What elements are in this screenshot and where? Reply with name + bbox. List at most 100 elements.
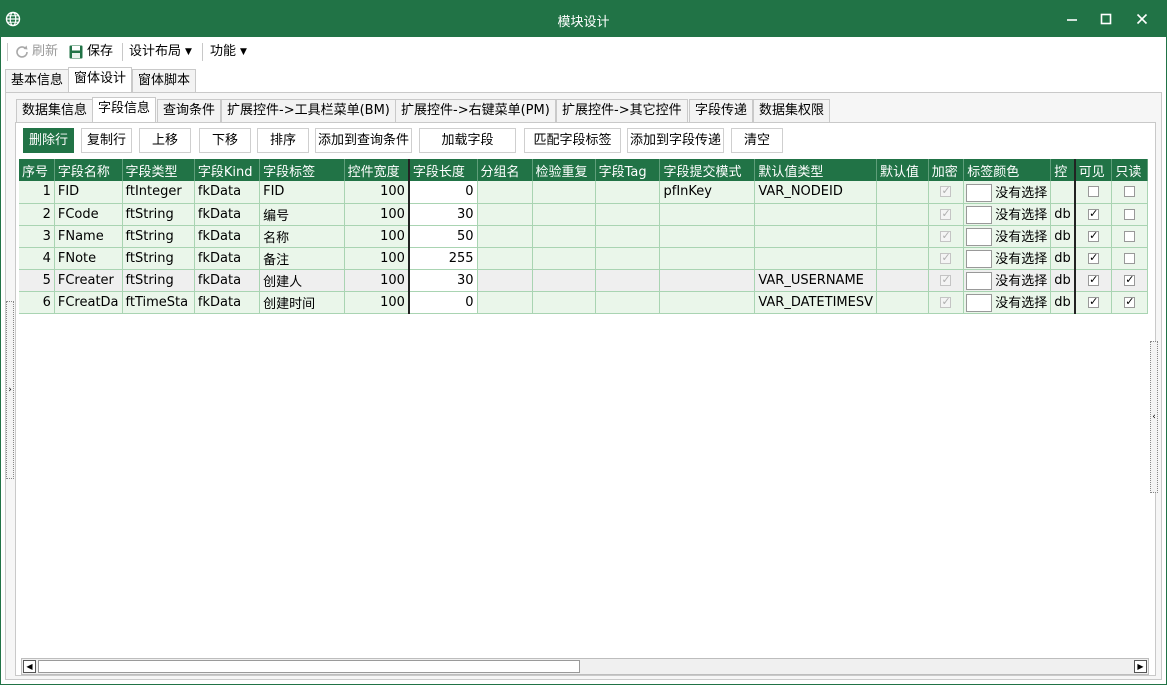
column-header[interactable]: 分组名 [477, 159, 533, 181]
refresh-button[interactable]: 刷新 [14, 42, 58, 62]
table-cell-visible[interactable] [1074, 181, 1113, 204]
load-fields-button[interactable]: 加载字段 [419, 128, 516, 153]
table-cell-length[interactable]: 50 [408, 225, 478, 248]
table-cell-check-dup[interactable] [532, 269, 596, 292]
table-cell-tag[interactable] [595, 225, 661, 248]
table-cell-name[interactable]: FName [54, 225, 123, 248]
table-cell-visible[interactable] [1074, 269, 1113, 292]
column-header[interactable]: 字段Tag [595, 159, 661, 181]
table-cell-readonly[interactable] [1111, 291, 1148, 314]
table-cell-default[interactable] [876, 181, 929, 204]
scroll-right-icon[interactable]: ▶ [1134, 660, 1147, 673]
delete-row-button[interactable]: 删除行 [23, 128, 74, 153]
table-cell-submit-mode[interactable] [659, 269, 756, 292]
table-cell-ctrl[interactable] [1050, 181, 1076, 204]
table-cell-submit-mode[interactable] [659, 247, 756, 270]
scroll-left-icon[interactable]: ◀ [23, 660, 36, 673]
table-cell-group[interactable] [477, 247, 533, 270]
table-cell-length[interactable]: 30 [408, 269, 478, 292]
table-cell-submit-mode[interactable] [659, 225, 756, 248]
close-button[interactable] [1127, 7, 1157, 31]
table-cell-kind[interactable]: fkData [194, 247, 261, 270]
table-cell-default-type[interactable] [754, 203, 877, 226]
visible-checkbox[interactable] [1088, 273, 1100, 286]
table-cell-tag[interactable] [595, 181, 661, 204]
column-header[interactable]: 字段类型 [122, 159, 195, 181]
column-header[interactable]: 标签颜色 [963, 159, 1052, 181]
table-cell-ctrl[interactable]: db [1050, 269, 1076, 292]
tab-basic-info[interactable]: 基本信息 [5, 69, 70, 93]
table-cell-color-text[interactable]: 没有选择 [963, 291, 1052, 314]
column-header[interactable]: 只读 [1111, 159, 1148, 181]
column-header[interactable]: 默认值 [876, 159, 929, 181]
table-cell-group[interactable] [477, 181, 533, 204]
tab-ext-other-controls[interactable]: 扩展控件->其它控件 [556, 99, 688, 123]
tab-dataset-permissions[interactable]: 数据集权限 [753, 99, 831, 123]
table-cell-label[interactable]: 备注 [259, 247, 345, 270]
table-cell-check-dup[interactable] [532, 203, 596, 226]
table-cell-ctrl[interactable]: db [1050, 291, 1076, 314]
table-cell-readonly[interactable] [1111, 225, 1148, 248]
table-cell-label[interactable]: 名称 [259, 225, 345, 248]
table-cell-length[interactable]: 0 [408, 291, 478, 314]
table-cell-check-dup[interactable] [532, 291, 596, 314]
right-splitter-handle[interactable]: ‹ [1150, 341, 1158, 493]
move-down-button[interactable]: 下移 [199, 128, 251, 153]
column-header[interactable]: 字段提交模式 [659, 159, 756, 181]
table-cell-type[interactable]: ftString [122, 203, 195, 226]
table-cell-readonly[interactable] [1111, 181, 1148, 204]
table-cell-width[interactable]: 100 [344, 225, 410, 248]
design-layout-dropdown[interactable]: 设计布局 ▼ [129, 42, 192, 62]
readonly-checkbox[interactable] [1124, 186, 1136, 198]
table-cell-ctrl[interactable]: db [1050, 247, 1076, 270]
table-row[interactable]: 2FCodeftStringfkData编号10030 没有选择db [19, 203, 1148, 226]
table-cell-default-type[interactable]: VAR_NODEID [754, 181, 877, 204]
table-cell-no[interactable]: 1 [19, 181, 55, 204]
tab-field-transfer[interactable]: 字段传递 [689, 99, 754, 123]
table-cell-group[interactable] [477, 225, 533, 248]
table-cell-width[interactable]: 100 [344, 181, 410, 204]
visible-checkbox[interactable] [1088, 229, 1100, 242]
table-cell-default-type[interactable] [754, 225, 877, 248]
table-cell-name[interactable]: FCode [54, 203, 123, 226]
table-cell-encrypt[interactable] [928, 181, 965, 204]
table-cell-label[interactable]: 编号 [259, 203, 345, 226]
table-cell-width[interactable]: 100 [344, 269, 410, 292]
column-header[interactable]: 序号 [19, 159, 55, 181]
tab-ext-toolbar-menu[interactable]: 扩展控件->工具栏菜单(BM) [221, 99, 396, 123]
copy-row-button[interactable]: 复制行 [81, 128, 132, 153]
column-header[interactable]: 字段标签 [259, 159, 345, 181]
table-cell-ctrl[interactable]: db [1050, 225, 1076, 248]
sort-button[interactable]: 排序 [257, 128, 309, 153]
column-header[interactable]: 控 [1050, 159, 1076, 181]
maximize-button[interactable] [1091, 7, 1121, 31]
table-cell-width[interactable]: 100 [344, 291, 410, 314]
table-cell-color-text[interactable]: 没有选择 [963, 247, 1052, 270]
match-field-labels-button[interactable]: 匹配字段标签 [524, 128, 621, 153]
column-header[interactable]: 字段长度 [408, 159, 478, 181]
table-cell-no[interactable]: 3 [19, 225, 55, 248]
table-cell-encrypt[interactable] [928, 247, 965, 270]
color-swatch[interactable] [966, 206, 993, 224]
table-cell-kind[interactable]: fkData [194, 203, 261, 226]
table-cell-default[interactable] [876, 247, 929, 270]
table-cell-name[interactable]: FCreater [54, 269, 123, 292]
tab-field-info[interactable]: 字段信息 [92, 97, 157, 123]
color-swatch[interactable] [966, 272, 993, 290]
table-cell-tag[interactable] [595, 291, 661, 314]
table-cell-default[interactable] [876, 291, 929, 314]
table-cell-encrypt[interactable] [928, 269, 965, 292]
visible-checkbox[interactable] [1088, 295, 1100, 308]
table-cell-type[interactable]: ftString [122, 247, 195, 270]
tab-form-script[interactable]: 窗体脚本 [132, 69, 197, 93]
readonly-checkbox[interactable] [1124, 252, 1136, 264]
clear-button[interactable]: 清空 [731, 128, 783, 153]
readonly-checkbox[interactable] [1124, 230, 1136, 242]
column-header[interactable]: 可见 [1074, 159, 1113, 181]
color-swatch[interactable] [966, 250, 993, 268]
color-swatch[interactable] [966, 294, 993, 312]
table-cell-name[interactable]: FCreatDa [54, 291, 123, 314]
table-cell-kind[interactable]: fkData [194, 291, 261, 314]
table-cell-check-dup[interactable] [532, 181, 596, 204]
table-cell-visible[interactable] [1074, 225, 1113, 248]
